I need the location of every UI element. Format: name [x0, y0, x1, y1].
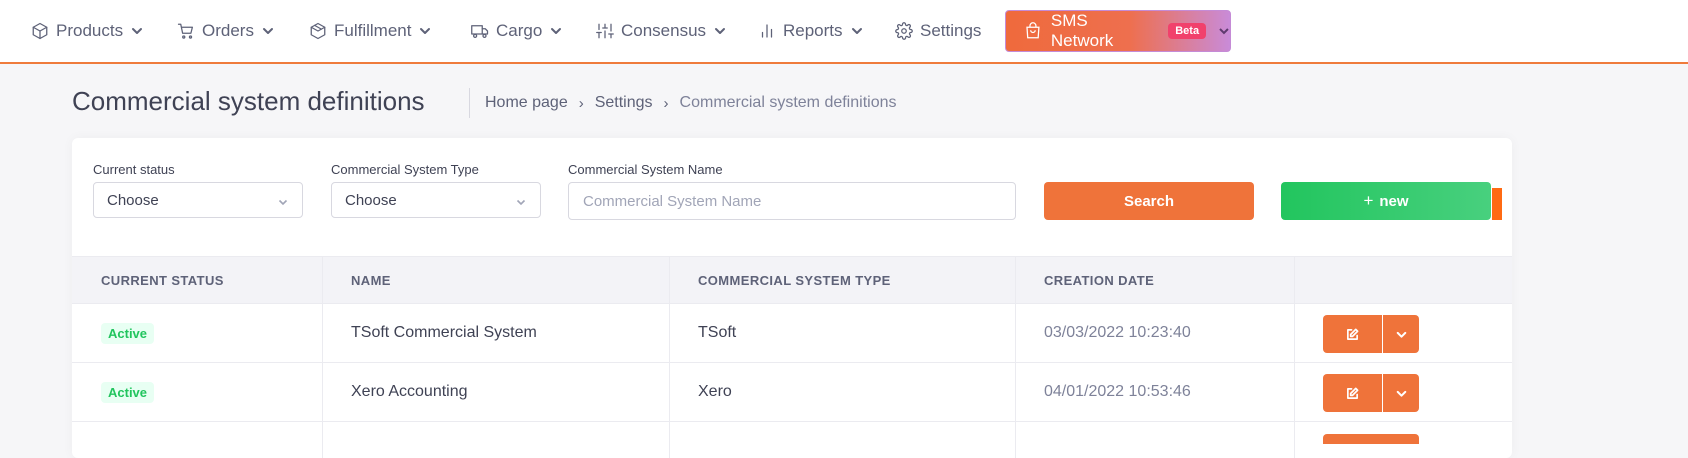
nav-orders-label: Orders [202, 21, 254, 40]
definitions-card: Current status Choose Commercial System … [72, 138, 1512, 458]
status-select[interactable]: Choose [93, 182, 303, 218]
breadcrumb-current: Commercial system definitions [679, 94, 897, 111]
gear-icon [895, 22, 913, 40]
nav-products-label: Products [56, 21, 124, 40]
bar-chart-icon [761, 24, 773, 38]
name-cell: Xero Accounting [351, 383, 468, 400]
type-select-value: Choose [345, 191, 397, 209]
nav-fulfillment-label: Fulfillment [334, 21, 412, 40]
add-new-label: new [1379, 192, 1409, 210]
chevron-down-icon [715, 28, 726, 34]
page-title: Commercial system definitions [72, 86, 425, 116]
chevron-down-icon [851, 28, 862, 34]
type-cell: Xero [698, 383, 732, 400]
search-button[interactable]: Search [1044, 182, 1254, 220]
type-cell: TSoft [698, 324, 737, 341]
edit-button[interactable] [1323, 374, 1382, 412]
chevron-down-icon [551, 28, 562, 34]
box-icon [32, 22, 48, 40]
nav-settings[interactable]: Settings [895, 17, 981, 45]
status-cell: Active [101, 304, 155, 362]
chevron-right-icon: › [663, 94, 669, 112]
cart-icon [177, 23, 194, 39]
edit-icon [1347, 387, 1359, 399]
table-header: CURRENT STATUS NAME COMMERCIAL SYSTEM TY… [72, 256, 1512, 304]
breadcrumb-settings[interactable]: Settings [595, 94, 653, 112]
status-filter-label: Current status [93, 162, 175, 177]
chevron-down-icon [132, 28, 143, 34]
top-navigation: Products Orders Fulfillment Cargo Consen… [0, 0, 1688, 64]
nav-settings-label: Settings [920, 21, 982, 40]
breadcrumb-home[interactable]: Home page [485, 94, 568, 112]
nav-cargo-label: Cargo [496, 21, 543, 40]
status-badge: Active [101, 322, 155, 344]
col-creation-date[interactable]: CREATION DATE [1044, 257, 1154, 303]
table-row: Active TSoft Commercial System TSoft 03/… [72, 304, 1512, 363]
sms-network-label: SMS Network [1050, 11, 1114, 50]
type-filter-label: Commercial System Type [331, 162, 479, 177]
nav-reports-label: Reports [783, 21, 843, 40]
sliders-icon [596, 23, 614, 39]
chevron-down-icon [278, 199, 288, 206]
nav-consensus-label: Consensus [621, 21, 707, 40]
edit-icon [1347, 328, 1359, 340]
edit-button[interactable] [1323, 315, 1382, 353]
chevron-down-icon [1396, 331, 1406, 338]
nav-consensus[interactable]: Consensus [596, 17, 726, 45]
plus-icon: + [1363, 191, 1374, 210]
nav-orders[interactable]: Orders [177, 17, 274, 45]
chevron-right-icon: › [578, 94, 584, 112]
col-system-type[interactable]: COMMERCIAL SYSTEM TYPE [698, 257, 891, 303]
nav-products[interactable]: Products [31, 17, 143, 45]
chevron-down-icon [1396, 390, 1406, 397]
status-badge: Active [101, 381, 155, 403]
nav-reports[interactable]: Reports [758, 17, 863, 45]
table-row: Active Xero Accounting Xero 04/01/2022 1… [72, 363, 1512, 422]
nav-fulfillment[interactable]: Fulfillment [309, 17, 431, 45]
name-cell: TSoft Commercial System [351, 324, 537, 341]
date-cell: 04/01/2022 10:53:46 [1044, 383, 1191, 400]
beta-badge: Beta [1168, 23, 1207, 39]
row-actions-dropdown[interactable] [1383, 374, 1419, 412]
title-divider [469, 88, 470, 118]
type-select[interactable]: Choose [331, 182, 541, 218]
breadcrumb: Home page › Settings › Commercial system… [485, 94, 896, 112]
chevron-down-icon [262, 28, 273, 34]
chevron-down-icon [516, 199, 526, 206]
date-cell: 03/03/2022 10:23:40 [1044, 324, 1191, 341]
col-current-status[interactable]: CURRENT STATUS [101, 257, 224, 303]
sms-network-button[interactable]: SMS Network Beta [1005, 10, 1231, 52]
col-name[interactable]: NAME [351, 257, 391, 303]
side-tab[interactable] [1492, 188, 1502, 220]
cube-icon [310, 22, 326, 40]
chevron-down-icon [420, 28, 431, 34]
status-cell: Active [101, 363, 155, 421]
status-select-value: Choose [107, 191, 159, 209]
truck-icon [471, 25, 489, 39]
chevron-down-icon [1219, 28, 1229, 35]
name-search-input[interactable] [568, 182, 1016, 220]
add-new-button[interactable]: + new [1281, 182, 1491, 220]
nav-cargo[interactable]: Cargo [471, 17, 562, 45]
shopping-bag-icon [1026, 22, 1040, 39]
name-filter-label: Commercial System Name [568, 162, 723, 177]
row-actions-dropdown[interactable] [1383, 315, 1419, 353]
